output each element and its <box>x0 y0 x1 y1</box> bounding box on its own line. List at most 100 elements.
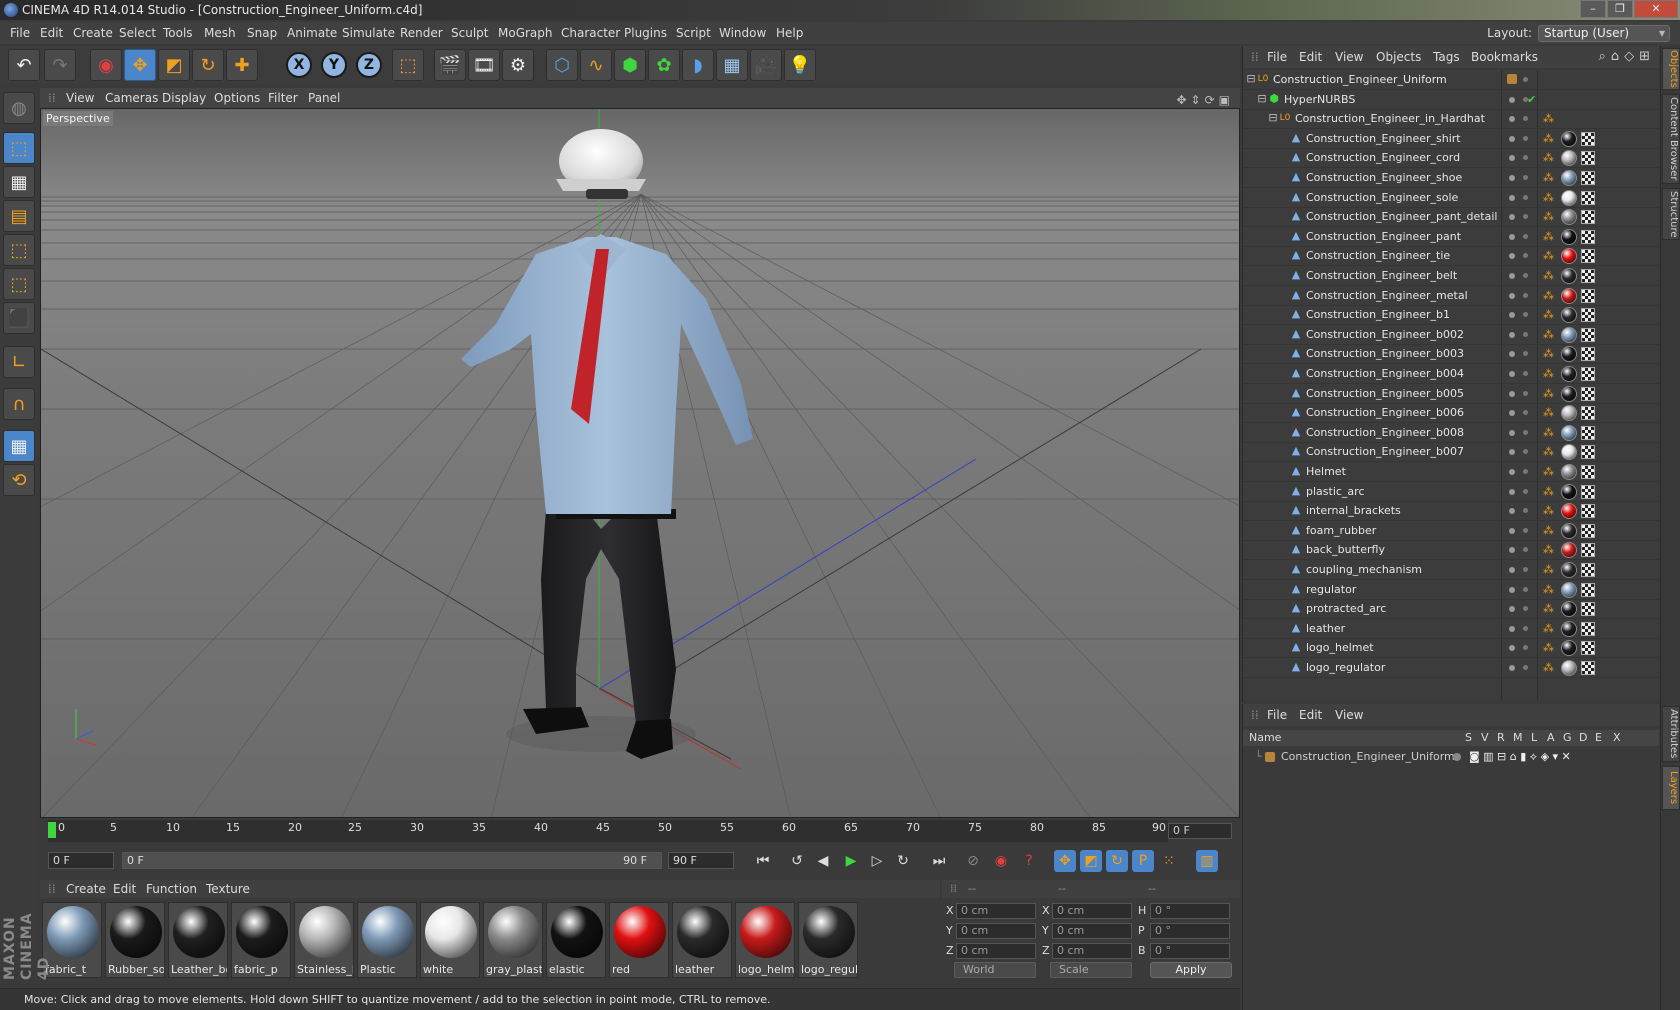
phong-tag-icon[interactable]: ⁂ <box>1543 368 1555 380</box>
phong-tag-icon[interactable]: ⁂ <box>1543 642 1555 654</box>
phong-tag-icon[interactable]: ⁂ <box>1543 152 1555 164</box>
object-row[interactable]: ▲ Construction_Engineer_b006 ⁂ <box>1243 403 1659 424</box>
expand-toggle-icon[interactable]: ⊟ <box>1267 112 1279 124</box>
material-tag-icon[interactable] <box>1561 562 1577 578</box>
material-swatch[interactable]: leather <box>672 902 732 978</box>
object-menu-bookmarks[interactable]: Bookmarks <box>1471 46 1538 68</box>
render-visibility-dot[interactable] <box>1523 351 1528 357</box>
render-visibility-dot[interactable] <box>1523 390 1528 396</box>
uvw-tag-icon[interactable] <box>1581 269 1595 283</box>
render-visibility-dot[interactable] <box>1523 665 1528 670</box>
uvw-tag-icon[interactable] <box>1581 386 1595 401</box>
previous-frame-icon[interactable]: ◀ <box>812 850 834 872</box>
layer-header-generators[interactable]: G <box>1563 730 1572 746</box>
editor-visibility-dot[interactable] <box>1509 567 1515 573</box>
object-row[interactable]: ▲ Construction_Engineer_pant_detail ⁂ <box>1243 207 1659 228</box>
phong-tag-icon[interactable]: ⁂ <box>1543 113 1555 125</box>
render-visibility-dot[interactable] <box>1523 547 1528 553</box>
editor-visibility-dot[interactable] <box>1509 233 1515 240</box>
object-row[interactable]: ▲ Helmet ⁂ <box>1243 462 1659 482</box>
material-swatch[interactable]: gray_plasti <box>483 902 543 978</box>
material-tag-icon[interactable] <box>1561 150 1577 167</box>
editor-visibility-dot[interactable] <box>1509 175 1515 181</box>
object-name[interactable]: Construction_Engineer_b005 <box>1306 387 1464 400</box>
material-swatch[interactable]: Stainless_h <box>294 902 354 978</box>
object-row[interactable]: ▲ regulator ⁂ <box>1243 580 1659 600</box>
coordinate-mode-dropdown[interactable]: World <box>954 962 1036 978</box>
object-row[interactable]: ▲ Construction_Engineer_b007 ⁂ <box>1243 442 1659 463</box>
render-visibility-dot[interactable] <box>1523 606 1528 612</box>
apply-button[interactable]: Apply <box>1150 962 1232 978</box>
layer-color-swatch[interactable] <box>1507 74 1517 84</box>
layer-header-xref[interactable]: X <box>1613 730 1621 746</box>
editor-visibility-dot[interactable] <box>1509 253 1515 260</box>
scale-tool-icon[interactable]: ◩ <box>158 49 190 81</box>
points-mode-icon[interactable]: ⬚ <box>3 234 35 266</box>
object-row[interactable]: ⊟ ⬢ HyperNURBS ✔ <box>1243 90 1659 110</box>
x-axis-lock-icon[interactable]: X <box>286 52 312 78</box>
editor-visibility-dot[interactable] <box>1509 331 1515 338</box>
expand-toggle-icon[interactable]: ⊟ <box>1245 73 1257 85</box>
editor-visibility-dot[interactable] <box>1509 547 1515 554</box>
editor-visibility-dot[interactable] <box>1509 429 1515 436</box>
menu-character[interactable]: Character <box>561 22 620 44</box>
frame-range-slider[interactable]: 0 F 90 F <box>122 852 662 869</box>
editor-visibility-dot[interactable] <box>1509 292 1515 299</box>
menu-snap[interactable]: Snap <box>247 22 277 44</box>
render-view-icon[interactable]: 🎬 <box>434 49 466 81</box>
object-name[interactable]: Construction_Engineer_Uniform <box>1273 73 1447 86</box>
layer-header-deformers[interactable]: D <box>1579 730 1587 746</box>
record-rotation-icon[interactable]: ↻ <box>1106 850 1128 872</box>
object-name[interactable]: leather <box>1306 622 1345 635</box>
phong-tag-icon[interactable]: ⁂ <box>1543 407 1555 419</box>
render-visibility-dot[interactable] <box>1523 253 1528 259</box>
edit-render-settings-icon[interactable]: ⚙ <box>502 49 534 81</box>
uvw-tag-icon[interactable] <box>1581 131 1595 146</box>
phong-tag-icon[interactable]: ⁂ <box>1543 662 1555 674</box>
record-position-icon[interactable]: ✥ <box>1054 850 1076 872</box>
material-menu-create[interactable]: Create <box>66 880 106 898</box>
render-visibility-dot[interactable] <box>1523 214 1528 220</box>
editor-visibility-dot[interactable] <box>1509 351 1515 358</box>
layer-solo-icon[interactable] <box>1453 753 1461 761</box>
menu-tools[interactable]: Tools <box>163 22 193 44</box>
z-axis-lock-icon[interactable]: Z <box>356 52 382 78</box>
material-tag-icon[interactable] <box>1561 170 1577 186</box>
camera-icon[interactable]: 🎥 <box>750 49 782 81</box>
render-visibility-dot[interactable] <box>1523 508 1528 514</box>
uvw-tag-icon[interactable] <box>1581 641 1595 656</box>
workplane-lock-icon[interactable]: ▦ <box>3 430 35 462</box>
menu-help[interactable]: Help <box>776 22 803 44</box>
material-tag-icon[interactable] <box>1561 542 1577 559</box>
layer-header-view[interactable]: V <box>1481 730 1489 746</box>
uvw-tag-icon[interactable] <box>1581 661 1595 675</box>
tab-layers[interactable]: Layers <box>1662 766 1680 810</box>
editor-visibility-dot[interactable] <box>1509 410 1515 417</box>
redo-icon[interactable]: ↷ <box>44 49 76 81</box>
object-row[interactable]: ▲ Construction_Engineer_shoe ⁂ <box>1243 168 1659 188</box>
menu-sculpt[interactable]: Sculpt <box>451 22 488 44</box>
object-name[interactable]: Construction_Engineer_b1 <box>1306 308 1450 321</box>
object-row[interactable]: ▲ Construction_Engineer_sole ⁂ <box>1243 188 1659 208</box>
phong-tag-icon[interactable]: ⁂ <box>1543 466 1555 478</box>
material-tag-icon[interactable] <box>1561 307 1577 324</box>
end-frame-field[interactable]: 90 F <box>668 852 734 869</box>
object-row[interactable]: ▲ Construction_Engineer_shirt ⁂ <box>1243 129 1659 149</box>
material-tag-icon[interactable] <box>1561 268 1577 284</box>
material-tag-icon[interactable] <box>1561 189 1577 206</box>
layer-header-name[interactable]: Name <box>1249 730 1281 746</box>
material-tag-icon[interactable] <box>1561 248 1577 265</box>
material-menu-texture[interactable]: Texture <box>206 880 250 898</box>
layer-name[interactable]: Construction_Engineer_Uniform <box>1281 748 1455 766</box>
y-axis-lock-icon[interactable]: Y <box>321 52 347 78</box>
object-name[interactable]: Construction_Engineer_tie <box>1306 249 1450 262</box>
render-visibility-dot[interactable] <box>1523 194 1528 200</box>
record-pla-icon[interactable]: ⁙ <box>1158 850 1180 872</box>
nurbs-icon[interactable]: ⬢ <box>614 49 646 81</box>
editor-visibility-dot[interactable] <box>1509 625 1515 632</box>
viewport-menu-cameras[interactable]: Cameras <box>105 88 158 108</box>
uvw-tag-icon[interactable] <box>1581 327 1595 342</box>
axis-mode-icon[interactable]: ∟ <box>3 346 35 378</box>
menu-window[interactable]: Window <box>719 22 766 44</box>
menu-animate[interactable]: Animate <box>287 22 337 44</box>
